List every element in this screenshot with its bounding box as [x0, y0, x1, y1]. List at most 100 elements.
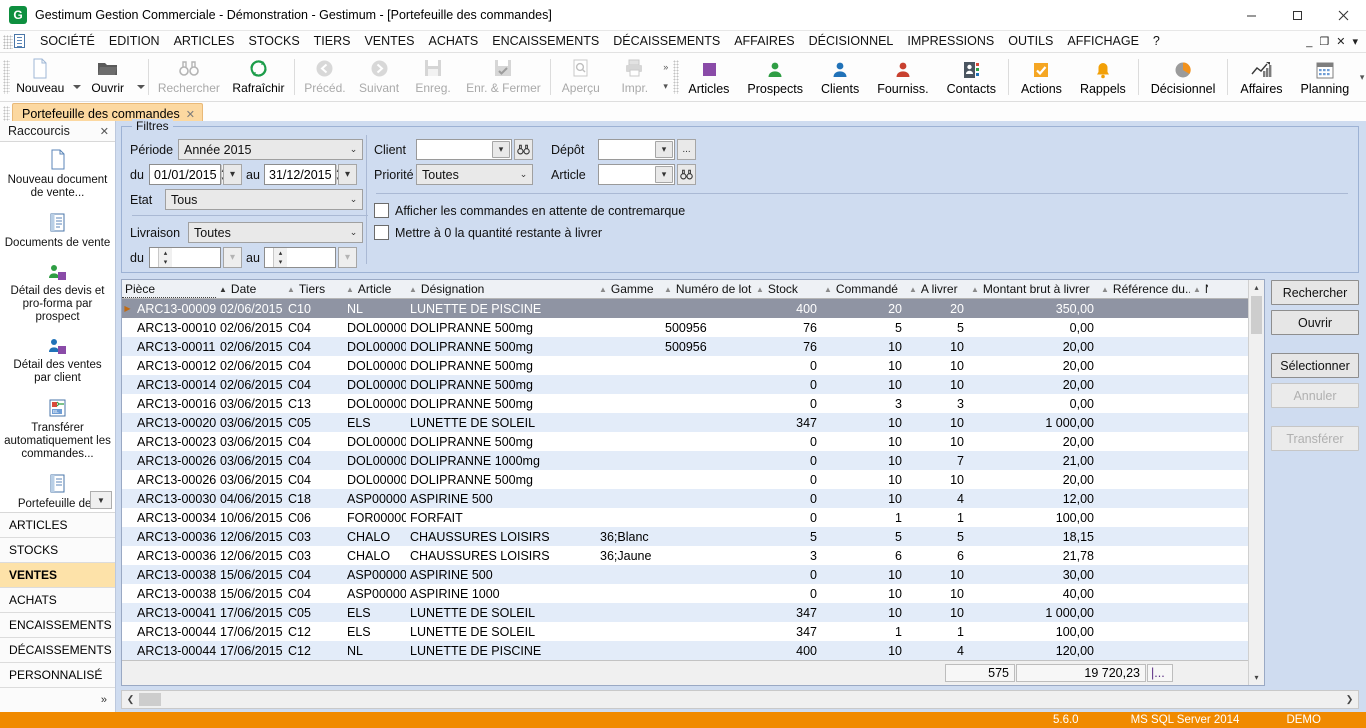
- grid-header-stock[interactable]: ▲ Stock: [753, 280, 821, 298]
- periode-select[interactable]: Année 2015 ⌄: [178, 139, 363, 160]
- table-row[interactable]: ARC13-00016 03/06/2015 C13 DOL00000... DOLIP…: [122, 394, 1248, 413]
- table-row[interactable]: ARC13-00044 17/06/2015 C12 NL LUNETTE DE PIS…: [122, 641, 1248, 660]
- toolbar-prospects-button[interactable]: Prospects: [738, 53, 812, 101]
- sidebar-category-ventes[interactable]: VENTES: [0, 563, 115, 588]
- livraison-select[interactable]: Toutes ⌄: [188, 222, 363, 243]
- table-row[interactable]: ARC13-00030 04/06/2015 C18 ASP00000... ASPIR…: [122, 489, 1248, 508]
- menu-item-tiers[interactable]: TIERS: [307, 32, 358, 51]
- menu-item-ventes[interactable]: VENTES: [357, 32, 421, 51]
- toolbar-articles-button[interactable]: Articles: [679, 53, 738, 101]
- checkbox-quantite-restante-row[interactable]: Mettre à 0 la quantité restante à livrer: [374, 225, 1350, 240]
- etat-select[interactable]: Tous ⌄: [165, 189, 363, 210]
- menu-item-edition[interactable]: EDITION: [102, 32, 167, 51]
- toolbar-search-button[interactable]: Rechercher: [152, 53, 226, 101]
- grid-header-gamme[interactable]: ▲ Gamme: [596, 280, 661, 298]
- rechercher-button[interactable]: Rechercher: [1271, 280, 1359, 305]
- table-row[interactable]: ▶ ARC13-00009 02/06/2015 C10 NL LUNETTE DE PI…: [122, 299, 1248, 318]
- grid-header-date[interactable]: ▲ Date: [216, 280, 284, 298]
- sidebar-category-personnalise[interactable]: PERSONNALISÉ: [0, 663, 115, 688]
- article-select[interactable]: ▾: [598, 164, 675, 185]
- menu-grip-handle[interactable]: [3, 34, 13, 49]
- sidebar-category-encaissements[interactable]: ENCAISSEMENTS: [0, 613, 115, 638]
- client-search-button[interactable]: [514, 139, 533, 160]
- toolbar-actions-button[interactable]: Actions: [1012, 53, 1071, 101]
- new-dropdown-caret-icon[interactable]: [72, 85, 81, 89]
- grid-header-piece[interactable]: Pièce: [122, 280, 216, 298]
- menu-item-outils[interactable]: OUTILS: [1001, 32, 1060, 51]
- grid-header-tiers[interactable]: ▲ Tiers: [284, 280, 343, 298]
- date-to-input[interactable]: 31/12/2015 ▴▾: [264, 164, 341, 185]
- livraison-from-calendar-dropdown[interactable]: ▾: [223, 247, 242, 268]
- toolbar-overflow-handle[interactable]: » ▾: [662, 62, 670, 92]
- horizontal-scroll-thumb[interactable]: [139, 693, 161, 706]
- toolbar-previous-button[interactable]: Précéd.: [298, 53, 352, 101]
- toolbar-reminders-button[interactable]: Rappels: [1071, 53, 1135, 101]
- transferer-button[interactable]: Transférer: [1271, 426, 1359, 451]
- menu-item-help[interactable]: ?: [1146, 32, 1167, 51]
- table-row[interactable]: ARC13-00014 02/06/2015 C04 DOL00000... DOLIP…: [122, 375, 1248, 394]
- toolbar-planning-button[interactable]: Planning: [1292, 53, 1359, 101]
- livraison-date-from-input[interactable]: ▴ ▾: [149, 247, 221, 268]
- depot-browse-button[interactable]: ...: [677, 139, 696, 160]
- grid-header-n[interactable]: ▲N: [1190, 280, 1208, 298]
- menu-item-stocks[interactable]: STOCKS: [241, 32, 306, 51]
- close-icon[interactable]: [1320, 0, 1366, 30]
- tabstrip-grip-handle[interactable]: [3, 106, 10, 122]
- table-row[interactable]: ARC13-00036 12/06/2015 C03 CHALO CHAUSSURES …: [122, 527, 1248, 546]
- toolbar-print-button[interactable]: Impr.: [608, 53, 662, 101]
- sidebar-item-documents-de-vente[interactable]: Documents de vente: [0, 206, 115, 256]
- grid-header-reference[interactable]: ▲ Référence du...: [1098, 280, 1190, 298]
- date-to-calendar-dropdown[interactable]: ▾: [338, 164, 357, 185]
- grid-horizontal-scrollbar[interactable]: ❮ ❯: [121, 690, 1359, 709]
- table-row[interactable]: ARC13-00026 03/06/2015 C04 DOL00000... DOLIP…: [122, 470, 1248, 489]
- depot-select[interactable]: ▾: [598, 139, 675, 160]
- table-row[interactable]: ARC13-00034 10/06/2015 C06 FOR00000... FORFA…: [122, 508, 1248, 527]
- toolbar-save-button[interactable]: Enreg.: [406, 53, 460, 101]
- toolbar-next-button[interactable]: Suivant: [352, 53, 406, 101]
- sidebar-category-achats[interactable]: ACHATS: [0, 588, 115, 613]
- table-row[interactable]: ARC13-00038 15/06/2015 C04 ASP00000... ASPIR…: [122, 584, 1248, 603]
- tab-close-icon[interactable]: ✕: [186, 108, 195, 121]
- toolbar-suppliers-button[interactable]: Fourniss.: [868, 53, 937, 101]
- grid-header-lot[interactable]: ▲ Numéro de lot: [661, 280, 753, 298]
- checkbox-quantite-restante[interactable]: [374, 225, 389, 240]
- toolbar-grip-handle[interactable]: [3, 60, 10, 94]
- table-row[interactable]: ARC13-00023 03/06/2015 C04 DOL00000... DOLIP…: [122, 432, 1248, 451]
- toolbar-refresh-button[interactable]: Rafraîchir: [226, 53, 291, 101]
- document-menu-icon[interactable]: [14, 34, 28, 49]
- livraison-to-calendar-dropdown[interactable]: ▾: [338, 247, 357, 268]
- toolbar-contacts-button[interactable]: Contacts: [938, 53, 1005, 101]
- grid-header-montant[interactable]: ▲ Montant brut à livrer: [968, 280, 1098, 298]
- mdi-minimize-icon[interactable]: _: [1306, 36, 1312, 48]
- table-row[interactable]: ARC13-00026 03/06/2015 C04 DOL00000... DOLIP…: [122, 451, 1248, 470]
- menu-item-achats[interactable]: ACHATS: [421, 32, 485, 51]
- livraison-date-from-spinner[interactable]: ▴ ▾: [158, 248, 172, 267]
- vertical-scroll-thumb[interactable]: [1251, 296, 1262, 334]
- sidebar-item-detail-des-ventes-par-client[interactable]: Détail des ventes par client: [0, 330, 115, 391]
- toolbar-affaires-button[interactable]: Affaires: [1231, 53, 1291, 101]
- toolbar-new-button[interactable]: Nouveau: [10, 53, 71, 101]
- livraison-date-to-spinner[interactable]: ▴ ▾: [273, 248, 287, 267]
- scroll-up-icon[interactable]: ▴: [1249, 280, 1264, 295]
- menu-item-articles[interactable]: ARTICLES: [167, 32, 242, 51]
- toolbar-clients-button[interactable]: Clients: [812, 53, 868, 101]
- sidebar-category-stocks[interactable]: STOCKS: [0, 538, 115, 563]
- date-from-input[interactable]: 01/01/2015 ▴▾: [149, 164, 226, 185]
- grid-header-alivrer[interactable]: ▲ A livrer: [906, 280, 968, 298]
- date-from-calendar-dropdown[interactable]: ▾: [223, 164, 242, 185]
- grid-vertical-scrollbar[interactable]: ▴ ▾: [1248, 280, 1264, 685]
- table-row[interactable]: ARC13-00020 03/06/2015 C05 ELS LUNETTE DE SO…: [122, 413, 1248, 432]
- sidebar-expand-icon[interactable]: »: [0, 688, 115, 712]
- grid-header-designation[interactable]: ▲ Désignation: [406, 280, 596, 298]
- mdi-overflow-icon[interactable]: ▾: [1352, 35, 1358, 48]
- toolbar-overflow-handle-2[interactable]: ▾: [1358, 72, 1366, 83]
- menu-item-societe[interactable]: SOCIÉTÉ: [33, 32, 102, 51]
- table-row[interactable]: ARC13-00012 02/06/2015 C04 DOL00000... DOLIP…: [122, 356, 1248, 375]
- menu-item-encaissements[interactable]: ENCAISSEMENTS: [485, 32, 606, 51]
- toolbar-preview-button[interactable]: Aperçu: [554, 53, 608, 101]
- toolbar-grip-handle-2[interactable]: [672, 60, 680, 94]
- sidebar-category-articles[interactable]: ARTICLES: [0, 513, 115, 538]
- selectionner-button[interactable]: Sélectionner: [1271, 353, 1359, 378]
- client-select[interactable]: ▾: [416, 139, 512, 160]
- minimize-icon[interactable]: [1228, 0, 1274, 30]
